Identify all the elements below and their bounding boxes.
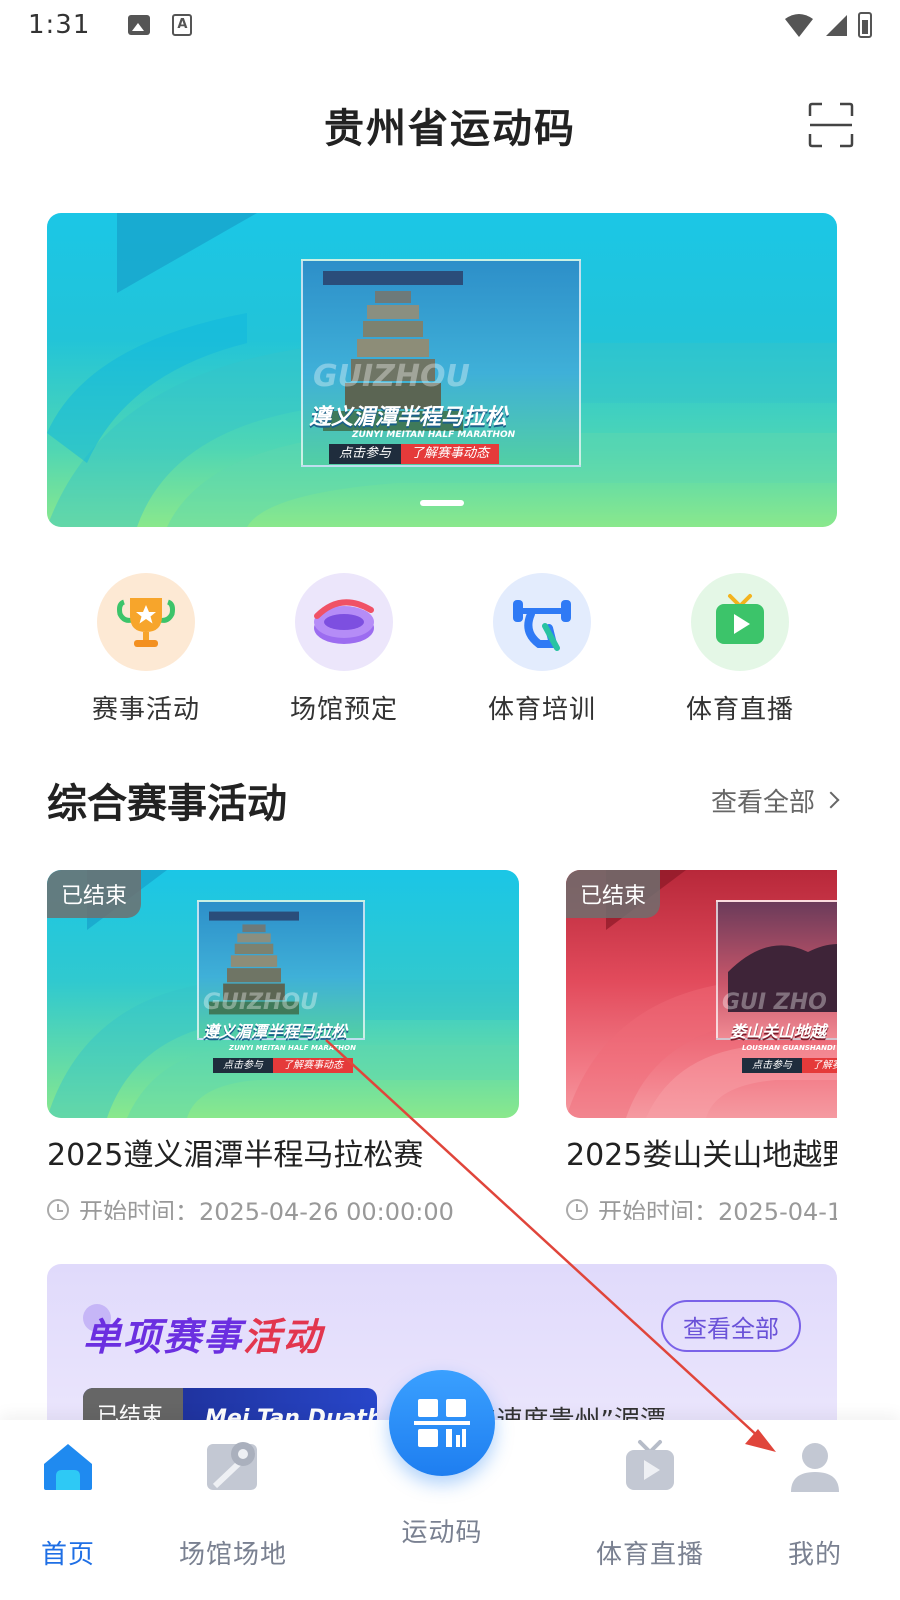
sports-code-button[interactable]: [389, 1370, 495, 1476]
single-event-title-part2: 活动: [243, 1315, 324, 1359]
quick-entry-label: 体育培训: [487, 695, 596, 725]
tab-label: 体育直播: [595, 1540, 704, 1570]
tab-label: 场馆场地: [178, 1540, 287, 1570]
tab-home[interactable]: 首页: [8, 1420, 128, 1600]
wifi-icon: [785, 14, 813, 37]
tab-live[interactable]: 体育直播: [590, 1420, 710, 1600]
see-all-label: 查看全部: [710, 787, 815, 818]
event-cta-info: 了解赛事动态: [273, 1058, 353, 1073]
status-left-icons: A: [128, 14, 193, 36]
event-cta-join: 点击参与: [742, 1058, 802, 1073]
quick-icon-bg: [691, 573, 789, 671]
quick-entry-label: 场馆预定: [289, 695, 398, 725]
quick-entry-live[interactable]: 体育直播: [642, 573, 838, 733]
quick-entry-grid: 赛事活动 场馆预定 体育培训 体育直播: [48, 573, 838, 733]
banner-poster-subtitle: ZUNYI MEITAN HALF MARATHON: [352, 430, 516, 440]
status-bar: 1:31 A: [0, 0, 900, 50]
event-carousel[interactable]: GUIZHOU 遵义湄潭半程马拉松 ZUNYI MEITAN HALF MARA…: [47, 870, 837, 1220]
tab-label: 我的: [787, 1540, 842, 1570]
tab-label: 首页: [40, 1540, 95, 1570]
event-poster-title: 娄山关山地越: [730, 1022, 827, 1041]
event-poster-cta: 点击参与 了解赛: [742, 1058, 837, 1073]
tab-label-sports-code: 运动码: [401, 1518, 483, 1548]
stadium-icon: [314, 599, 374, 644]
tab-venues[interactable]: 场馆场地: [173, 1420, 293, 1600]
event-poster-cta: 点击参与 了解赛事动态: [213, 1058, 353, 1073]
see-all-link[interactable]: 查看全部: [710, 782, 840, 819]
battery-icon: [858, 12, 872, 38]
quick-entry-training[interactable]: 体育培训: [444, 573, 640, 733]
banner-cta-join: 点击参与: [329, 444, 402, 464]
user-icon: [791, 1443, 839, 1492]
carousel-indicator: [420, 500, 464, 506]
event-poster-watermark: GUIZHOU: [203, 990, 319, 1015]
quick-entry-label: 赛事活动: [91, 695, 200, 725]
banner-watermark: GUIZHOU: [313, 359, 470, 394]
banner-poster-title: 遵义湄潭半程马拉松: [309, 405, 508, 430]
event-time: 开始时间：2025-04-1: [566, 1192, 837, 1220]
section-header: 综合赛事活动 查看全部: [47, 770, 840, 830]
section-title: 综合赛事活动: [47, 771, 287, 829]
tv-icon: [716, 594, 764, 644]
banner-poster-cta: 点击参与 了解赛事动态: [329, 444, 500, 464]
event-cta-join: 点击参与: [213, 1058, 273, 1073]
event-cta-info: 了解赛: [802, 1058, 837, 1073]
trophy-icon: [117, 598, 175, 647]
event-poster: GUIZHOU 遵义湄潭半程马拉松 ZUNYI MEITAN HALF MARA…: [47, 870, 519, 1118]
cell-signal-icon: [826, 15, 847, 36]
qr-code-icon: [414, 1399, 470, 1447]
quick-icon-bg: [493, 573, 591, 671]
event-card[interactable]: GUIZHOU 遵义湄潭半程马拉松 ZUNYI MEITAN HALF MARA…: [47, 870, 519, 1220]
event-poster-subtitle: ZUNYI MEITAN HALF MARATHON: [229, 1044, 356, 1052]
status-badge: 已结束: [566, 870, 661, 918]
status-right-icons: [784, 12, 872, 38]
event-poster-title: 遵义湄潭半程马拉松: [203, 1022, 348, 1041]
home-icon: [44, 1444, 92, 1490]
quick-entry-label: 体育直播: [685, 695, 794, 725]
chevron-right-icon: [822, 791, 840, 809]
clock-icon: [566, 1198, 588, 1220]
quick-icon-bg: [97, 573, 195, 671]
map-pin-icon: [207, 1442, 257, 1490]
banner-carousel[interactable]: GUIZHOU 遵义湄潭半程马拉松 ZUNYI MEITAN HALF MARA…: [47, 213, 837, 527]
scan-icon[interactable]: [808, 102, 854, 148]
tab-mine[interactable]: 我的: [755, 1420, 875, 1600]
quick-entry-venue-booking[interactable]: 场馆预定: [246, 573, 442, 733]
single-event-see-all-button[interactable]: 查看全部: [661, 1300, 801, 1352]
quick-entry-events[interactable]: 赛事活动: [48, 573, 244, 733]
event-poster-subtitle: LOUSHAN GUANSHANDI TRA: [742, 1044, 837, 1052]
text-icon: A: [172, 14, 193, 36]
tv-play-icon: [626, 1440, 674, 1490]
event-time: 开始时间：2025-04-26 00:00:00: [47, 1192, 519, 1220]
dumbbell-icon: [513, 600, 571, 651]
banner-cta-info: 了解赛事动态: [401, 444, 500, 464]
event-title: 2025娄山关山地越野: [566, 1138, 837, 1173]
clock-icon: [47, 1198, 69, 1220]
single-event-title: 单项赛事活动: [83, 1306, 323, 1361]
event-time-text: 开始时间：2025-04-26 00:00:00: [79, 1198, 454, 1220]
event-poster-watermark: GUI ZHO: [722, 990, 827, 1015]
status-badge: 已结束: [47, 870, 142, 918]
event-time-text: 开始时间：2025-04-1: [598, 1198, 837, 1220]
event-card[interactable]: GUI ZHO 娄山关山地越 LOUSHAN GUANSHANDI TRA 点击…: [566, 870, 837, 1220]
quick-icon-bg: [295, 573, 393, 671]
single-event-title-part1: 单项赛事: [83, 1315, 244, 1359]
event-poster: GUI ZHO 娄山关山地越 LOUSHAN GUANSHANDI TRA 点击…: [566, 870, 837, 1118]
event-title: 2025遵义湄潭半程马拉松赛: [47, 1138, 424, 1173]
status-time: 1:31: [28, 10, 91, 40]
header: 贵州省运动码: [0, 70, 900, 180]
page-title: 贵州省运动码: [324, 106, 576, 152]
image-icon: [128, 15, 151, 35]
